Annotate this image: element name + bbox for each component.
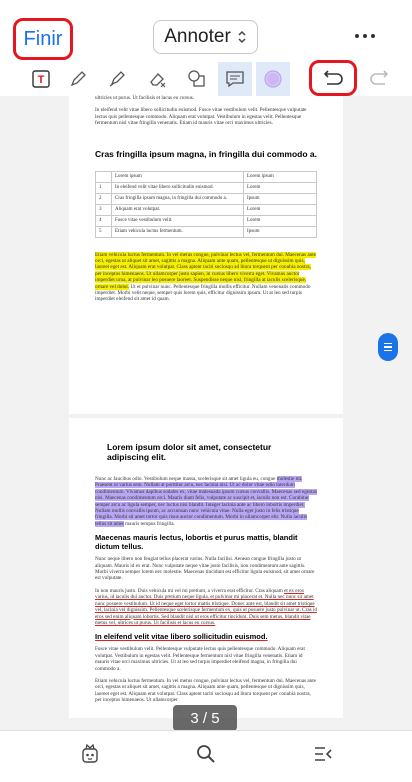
- highlighted-paragraph[interactable]: Nunc ac faucibus odio. Vestibulum neque …: [95, 476, 317, 527]
- table-cell: Fusce vitae vestibulum velit.: [111, 214, 244, 227]
- data-table: Lorem ipsum Lorem ipsum 1 In eleifend ve…: [95, 170, 317, 238]
- bottom-bar: [0, 730, 412, 782]
- comment-icon[interactable]: [218, 62, 252, 96]
- text-box-icon[interactable]: T: [24, 62, 58, 96]
- table-cell: In eleifend velit vitae libero sollicitu…: [111, 181, 244, 194]
- paragraph-lead: In non mauris justo. Duis vehicula mi ve…: [95, 587, 283, 594]
- eraser-icon[interactable]: [141, 62, 175, 96]
- table-cell: Lorem: [243, 203, 317, 216]
- table-cell: Ipsum: [243, 192, 317, 205]
- scroll-handle[interactable]: [378, 333, 398, 361]
- table-cell: Lorem ipsum: [111, 170, 244, 183]
- document-page[interactable]: ultricies ut purus. Ut facilisis et lacu…: [69, 95, 343, 414]
- pencil-icon[interactable]: [61, 62, 95, 96]
- paragraph: Etiam vehicula luctus fermentum. In vel …: [95, 677, 316, 704]
- outline-icon[interactable]: [306, 737, 340, 771]
- paragraph: Nunc neque libero non feugiat tellus pla…: [95, 556, 315, 582]
- table-cell: Lorem: [243, 181, 317, 194]
- section-heading: Maecenas mauris lectus, lobortis et puru…: [95, 533, 298, 552]
- undo-icon: [321, 68, 347, 95]
- table-cell: Cras fringilla ipsum magna, in fringilla…: [111, 192, 244, 205]
- search-icon[interactable]: [189, 737, 223, 771]
- highlighter-icon[interactable]: [100, 62, 134, 96]
- mode-selector[interactable]: Annoter: [153, 20, 258, 54]
- paragraph-tail: mauris tempus fringilla.: [125, 520, 175, 527]
- table-row: 3 Aliquam erat volutpat. Lorem: [95, 203, 317, 216]
- section-heading: Lorem ipsum dolor sit amet, consectetur …: [107, 442, 272, 462]
- table-row: 4 Fusce vitae vestibulum velit. Lorem: [95, 214, 317, 227]
- table-cell: Etiam vehicula luctus fermentum.: [111, 225, 244, 238]
- paragraph-lead: Nunc ac faucibus odio. Vestibulum neque …: [95, 476, 276, 482]
- red-underline[interactable]: et ex eros varius, id iaculis dui auctor…: [95, 588, 317, 626]
- thumbnails-icon[interactable]: [73, 737, 107, 771]
- page-indicator: 3 / 5: [173, 705, 237, 731]
- top-bar: Finir Annoter: [0, 0, 412, 66]
- table-cell: 2: [95, 192, 112, 205]
- underlined-paragraph[interactable]: In non mauris justo. Duis vehicula mi ve…: [95, 588, 317, 626]
- highlighted-paragraph[interactable]: Etiam vehicula luctus fermentum. In vel …: [95, 251, 317, 303]
- redo-icon[interactable]: [362, 62, 396, 96]
- table-row: 2 Cras fringilla ipsum magna, in fringil…: [95, 192, 317, 205]
- table-cell: 4: [95, 214, 112, 227]
- table-cell: [95, 170, 112, 183]
- mode-label: Annoter: [164, 26, 231, 47]
- table-row: Lorem ipsum Lorem ipsum: [95, 170, 317, 183]
- table-cell: 3: [95, 203, 112, 216]
- paragraph: ultricies ut purus. Ut facilisis et lacu…: [95, 95, 195, 101]
- shapes-icon[interactable]: [180, 62, 214, 96]
- pdf-annotation-screen: Finir Annoter T ultricies ut purus. Ut f…: [0, 0, 412, 782]
- section-heading: Cras fringilla ipsum magna, in fringilla…: [95, 148, 317, 159]
- undo-button[interactable]: [309, 60, 357, 96]
- purple-highlight[interactable]: molestie mi. Praesent ut varius sem. Nul…: [95, 476, 317, 527]
- paragraph: Fusce vitae vestibulum velit. Pellentesq…: [95, 646, 305, 672]
- document-page[interactable]: Lorem ipsum dolor sit amet, consectetur …: [69, 418, 343, 718]
- table-row: 5 Etiam vehicula luctus fermentum. Ipsum: [95, 225, 317, 238]
- chevron-updown-icon: [237, 29, 247, 45]
- table-cell: 5: [95, 225, 112, 238]
- table-cell: 1: [95, 181, 112, 194]
- section-heading[interactable]: In eleifend velit vitae libero sollicitu…: [95, 632, 317, 641]
- more-options-icon[interactable]: [350, 26, 380, 46]
- table-cell: Aliquam erat volutpat.: [111, 203, 244, 216]
- table-cell: Lorem ipsum: [243, 170, 317, 183]
- paragraph: In eleifend velit vitae libero sollicitu…: [95, 107, 307, 127]
- done-button[interactable]: Finir: [13, 18, 73, 60]
- table-cell: Ipsum: [243, 225, 317, 238]
- color-picker-icon[interactable]: [256, 62, 290, 96]
- table-row: 1 In eleifend velit vitae libero sollici…: [95, 181, 317, 194]
- table-cell: Lorem: [243, 214, 317, 227]
- svg-text:T: T: [38, 74, 45, 86]
